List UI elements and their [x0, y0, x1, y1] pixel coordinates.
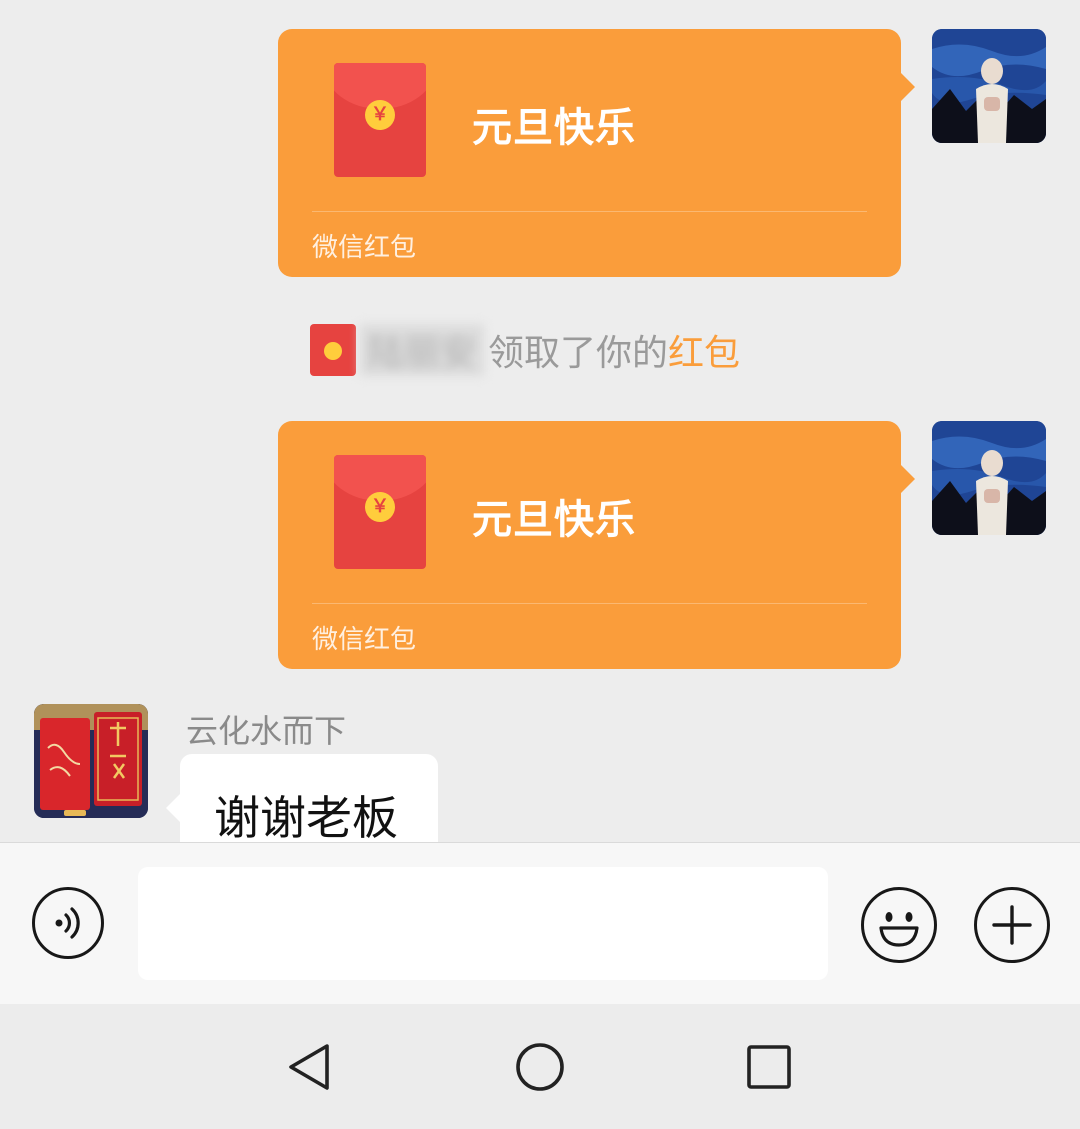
red-envelope-icon: ￥ — [334, 455, 426, 569]
red-packet-divider — [312, 603, 867, 604]
plus-icon — [992, 905, 1032, 945]
sender-name: 云化水而下 — [186, 712, 347, 750]
recents-button[interactable] — [742, 1040, 796, 1094]
incoming-text-message[interactable]: 谢谢老板 — [166, 754, 438, 842]
wechat-chat-screen: ￥ 元旦快乐 微信红包 陆丽安 领取了你的 红包 ￥ 元旦快乐 微信红包 云化水… — [0, 0, 1080, 1129]
more-actions-button[interactable] — [974, 887, 1050, 963]
red-packet-message[interactable]: ￥ 元旦快乐 微信红包 — [278, 29, 915, 277]
red-packet-title: 元旦快乐 — [472, 497, 636, 543]
chat-input-bar — [0, 842, 1080, 1004]
notice-text: 领取了你的 — [488, 333, 669, 374]
system-navigation-bar — [0, 1004, 1080, 1129]
my-avatar[interactable] — [932, 421, 1046, 535]
my-avatar[interactable] — [932, 29, 1046, 143]
back-triangle-icon — [289, 1044, 329, 1090]
red-envelope-icon: ￥ — [334, 63, 426, 177]
red-packet-label: 微信红包 — [312, 625, 417, 655]
coin-icon: ￥ — [365, 492, 395, 522]
recents-square-icon — [747, 1045, 791, 1089]
red-packet-divider — [312, 211, 867, 212]
voice-icon — [55, 907, 80, 939]
red-packet-title: 元旦快乐 — [472, 105, 636, 151]
coin-icon: ￥ — [365, 100, 395, 130]
red-packet-small-icon — [310, 324, 356, 376]
message-text: 谢谢老板 — [214, 791, 398, 842]
emoji-button[interactable] — [861, 887, 937, 963]
red-packet-label: 微信红包 — [312, 233, 417, 263]
home-circle-icon — [516, 1043, 564, 1091]
back-button[interactable] — [284, 1040, 338, 1094]
message-input[interactable] — [138, 867, 828, 980]
voice-input-button[interactable] — [32, 887, 104, 959]
notice-red-packet-link[interactable]: 红包 — [668, 324, 740, 376]
home-button[interactable] — [513, 1040, 567, 1094]
chat-message-list[interactable]: ￥ 元旦快乐 微信红包 陆丽安 领取了你的 红包 ￥ 元旦快乐 微信红包 云化水… — [0, 0, 1080, 842]
red-packet-message[interactable]: ￥ 元旦快乐 微信红包 — [278, 421, 915, 669]
sender-avatar[interactable] — [34, 704, 148, 818]
notice-recipient-name: 陆丽安 — [360, 324, 485, 376]
red-packet-claimed-notice: 陆丽安 领取了你的 红包 — [310, 322, 740, 378]
emoji-icon — [879, 912, 919, 947]
